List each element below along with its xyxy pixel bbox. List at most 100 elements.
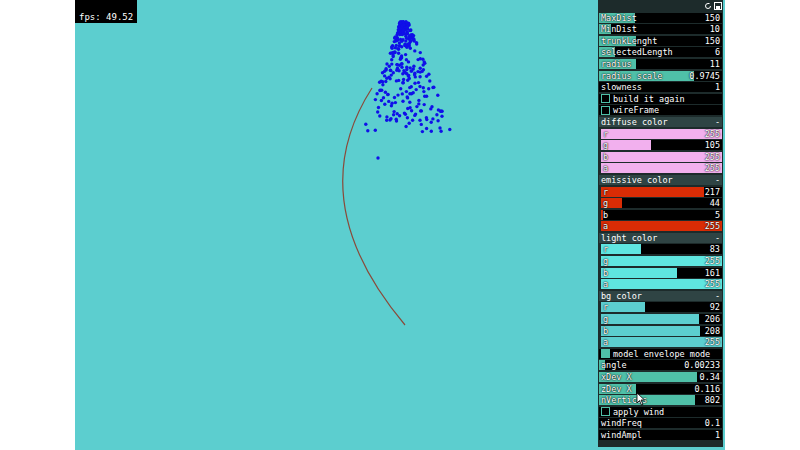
slider-row[interactable]: a 255 (601, 279, 722, 289)
slider-value: 1 (715, 82, 720, 92)
slider-fill (601, 326, 700, 336)
slider-value: 150 (705, 36, 720, 46)
slider-row[interactable]: r92 (601, 302, 722, 312)
slider-row[interactable]: r 83 (601, 244, 722, 254)
toggle-row[interactable]: model envelope mode (599, 349, 722, 359)
slider-row[interactable]: slowness1 (599, 82, 722, 92)
gui-panel: MaxDist 150 MinDist 10 trunkLenght150selecte… (598, 0, 723, 447)
slider-row[interactable]: b5 (601, 210, 722, 220)
slider-row[interactable]: g206 (601, 314, 722, 324)
slider-value: 206 (705, 314, 720, 324)
slider-label: zDev X (601, 384, 632, 394)
slider-label: windAmpl (601, 430, 642, 440)
group-header[interactable]: light color- (599, 233, 722, 243)
fps-counter: fps: 49.52 (75, 0, 137, 23)
collapse-button[interactable]: - (715, 233, 720, 243)
slider-value: 10 (710, 24, 720, 34)
slider-row[interactable]: r255 (601, 129, 722, 139)
slider-fill (601, 314, 699, 324)
slider-row[interactable]: MaxDist 150 (599, 13, 722, 23)
toggle-row[interactable]: wireFrame (599, 105, 722, 115)
collapse-button[interactable]: - (715, 175, 720, 185)
slider-label: MaxDist (601, 13, 637, 23)
slider-label: MinDist (601, 24, 637, 34)
group-header[interactable]: diffuse color - (599, 117, 722, 127)
slider-value: 161 (705, 268, 720, 278)
slider-label: radius scale (601, 71, 662, 81)
slider-value: 5 (715, 210, 720, 220)
toggle-checkbox[interactable] (601, 407, 610, 416)
slider-label: b (603, 152, 608, 162)
left-margin (0, 0, 75, 450)
reload-icon[interactable] (704, 2, 712, 10)
slider-row[interactable]: a 255 (601, 221, 722, 231)
slider-value: 208 (705, 326, 720, 336)
slider-value: 83 (710, 244, 720, 254)
slider-value: 255 (705, 337, 720, 347)
slider-value: 217 (705, 187, 720, 197)
slider-row[interactable]: trunkLenght150 (599, 36, 722, 46)
slider-row[interactable]: radius11 (599, 59, 722, 69)
panel-header (599, 1, 722, 11)
slider-fill (601, 279, 722, 289)
group-header[interactable]: emissive color- (599, 175, 722, 185)
slider-value: 255 (705, 279, 720, 289)
toggle-row[interactable]: build it again (599, 94, 722, 104)
toggle-row[interactable]: apply wind (599, 407, 722, 417)
collapse-button[interactable]: - (715, 117, 720, 127)
slider-value: 255 (705, 163, 720, 173)
slider-label: b (603, 210, 608, 220)
slider-row[interactable]: b208 (601, 326, 722, 336)
slider-label: a (603, 279, 608, 289)
group-title: diffuse color (601, 117, 668, 127)
slider-row[interactable]: nVertices802 (599, 395, 722, 405)
slider-label: a (603, 221, 608, 231)
slider-row[interactable]: radius scale 0.9745 (599, 71, 722, 81)
slider-row[interactable]: g44 (601, 198, 722, 208)
slider-row[interactable]: angle0.00233 (599, 360, 722, 370)
slider-fill (601, 221, 722, 231)
slider-label: g (603, 140, 608, 150)
slider-label: g (603, 198, 608, 208)
slider-fill (601, 140, 651, 150)
slider-row[interactable]: MinDist 10 (599, 24, 722, 34)
toggle-checkbox[interactable] (601, 349, 610, 358)
render-canvas[interactable]: fps: 49.52 MaxDist 150 MinDist 10 trunkLenght… (75, 0, 725, 450)
slider-row[interactable]: a255 (601, 163, 722, 173)
toggle-label: apply wind (613, 407, 664, 417)
slider-value: 0.34 (700, 372, 720, 382)
collapse-button[interactable]: - (715, 291, 720, 301)
toggle-label: build it again (613, 94, 685, 104)
slider-label: r (603, 244, 608, 254)
slider-row[interactable]: windAmpl1 (599, 430, 722, 440)
slider-fill (601, 268, 677, 278)
slider-row[interactable]: xDev X 0.34 (599, 372, 722, 382)
slider-row[interactable]: g 105 (601, 140, 722, 150)
save-icon[interactable] (714, 2, 722, 10)
slider-row[interactable]: selectedLength6 (599, 47, 722, 57)
slider-value: 92 (710, 302, 720, 312)
slider-value: 255 (705, 256, 720, 266)
slider-row[interactable]: b161 (601, 268, 722, 278)
right-margin (725, 0, 800, 450)
slider-label: r (603, 129, 608, 139)
slider-value: 150 (705, 13, 720, 23)
toggle-checkbox[interactable] (601, 94, 610, 103)
slider-label: windFreq (601, 418, 642, 428)
group-header[interactable]: bg color- (599, 291, 722, 301)
slider-value: 0.9745 (689, 71, 720, 81)
slider-row[interactable]: zDev X0.116 (599, 384, 722, 394)
slider-row[interactable]: windFreq0.1 (599, 418, 722, 428)
slider-value: 255 (705, 221, 720, 231)
slider-label: a (603, 337, 608, 347)
toggle-checkbox[interactable] (601, 106, 610, 115)
slider-row[interactable]: g255 (601, 256, 722, 266)
slider-value: 255 (705, 152, 720, 162)
slider-fill (601, 256, 722, 266)
slider-label: xDev X (601, 372, 632, 382)
slider-row[interactable]: a 255 (601, 337, 722, 347)
slider-row[interactable]: b 255 (601, 152, 722, 162)
slider-fill (601, 337, 722, 347)
slider-value: 105 (705, 140, 720, 150)
slider-row[interactable]: r217 (601, 187, 722, 197)
